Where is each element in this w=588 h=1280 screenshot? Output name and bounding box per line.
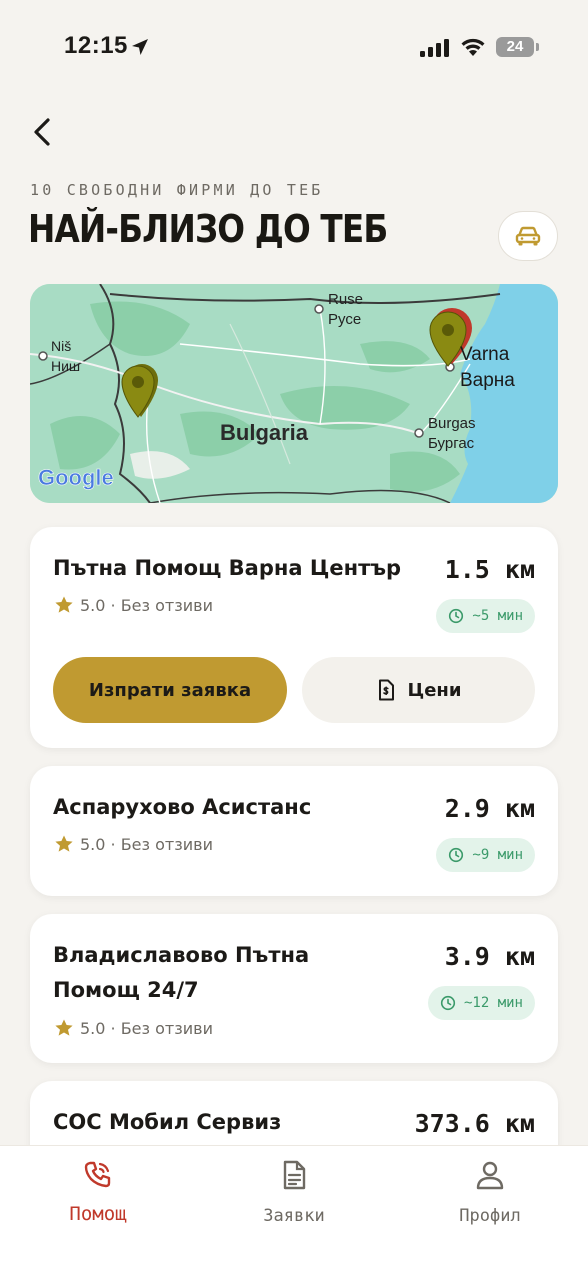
clock-icon [449,608,464,624]
rating-text: 5.0 · Без отзиви [80,1018,213,1038]
map-city-ruse-latin: Ruse [328,291,364,308]
star-icon [55,1019,73,1036]
eta-text: ~5 мин [472,608,523,624]
clock-icon [440,995,456,1011]
map-city-varna-cyrillic: Варна [460,370,515,391]
company-rating: 5.0 · Без отзиви [54,595,213,615]
company-rating: 5.0 · Без отзиви [54,1018,213,1038]
company-card[interactable]: Пътна Помощ Варна Център 5.0 · Без отзив… [30,527,558,748]
company-name: СОС Мобил Сервиз [53,1110,282,1134]
tab-label: Профил [459,1206,521,1226]
chevron-left-icon [34,118,50,146]
bottom-tab-bar: Помощ Заявки Профил [0,1145,588,1280]
eta-badge: ~9 мин [436,838,535,872]
battery-tip [536,43,539,51]
google-logo: Google [38,465,114,491]
user-icon [476,1161,504,1190]
map-city-ruse-cyrillic: Русе [328,311,362,328]
map-city-varna-latin: Varna [460,344,510,365]
company-name: Владиславово Пътна Помощ 24/7 [53,943,310,1002]
rating-text: 5.0 · Без отзиви [80,595,213,615]
tab-profile[interactable]: Профил [420,1156,560,1236]
tab-label: Заявки [263,1206,325,1226]
company-distance: 3.9 км [444,942,535,971]
rating-text: 5.0 · Без отзиви [80,834,213,854]
map-country-label: Bulgaria [220,420,309,445]
company-distance: 1.5 км [444,555,535,584]
eta-badge: ~5 мин [436,599,535,633]
company-card[interactable]: Владиславово Пътна Помощ 24/7 5.0 · Без … [30,914,558,1063]
status-time: 12:15 [64,32,128,59]
eta-badge: ~12 мин [427,986,535,1020]
eta-text: ~12 мин [463,995,523,1011]
company-distance: 373.6 км [414,1109,535,1138]
location-arrow-icon [132,39,148,55]
vehicle-select-button[interactable] [498,211,558,261]
wifi-icon [461,38,485,56]
map-city-burgas-cyrillic: Бургас [428,435,475,452]
tab-help[interactable]: Помощ [28,1156,168,1236]
page-title: НАЙ-БЛИЗО ДО ТЕБ [28,207,388,251]
cellular-signal-icon [420,39,449,57]
prices-button-label: Цени [407,679,462,701]
map-city-burgas-latin: Burgas [428,415,476,432]
battery-indicator: 24 [496,37,534,57]
tab-label: Помощ [69,1203,127,1225]
map-view[interactable]: Niš Ниш Ruse Русе Varna Варна Burgas Бур… [30,284,558,503]
prices-button[interactable]: Цени [302,657,535,723]
tab-requests[interactable]: Заявки [224,1156,364,1236]
map-city-nis-cyrillic: Ниш [51,358,81,374]
available-companies-count: 10 СВОБОДНИ ФИРМИ ДО ТЕБ [30,181,324,199]
phone-icon [84,1161,111,1188]
map-city-nis-latin: Niš [51,338,72,354]
company-name: Пътна Помощ Варна Център [53,556,402,580]
back-button[interactable] [26,112,62,152]
company-distance: 2.9 км [444,794,535,823]
status-bar: 12:15 24 [0,0,588,96]
send-request-button[interactable]: Изпрати заявка [53,657,287,723]
star-icon [55,596,73,613]
star-icon [55,835,73,852]
company-card[interactable]: Аспарухово Асистанс 5.0 · Без отзиви 2.9… [30,766,558,896]
company-rating: 5.0 · Без отзиви [54,834,213,854]
car-icon [515,226,541,246]
clock-icon [449,847,464,863]
eta-text: ~9 мин [472,847,523,863]
price-document-icon [378,679,394,701]
company-name: Аспарухово Асистанс [53,795,312,819]
document-icon [283,1160,306,1190]
